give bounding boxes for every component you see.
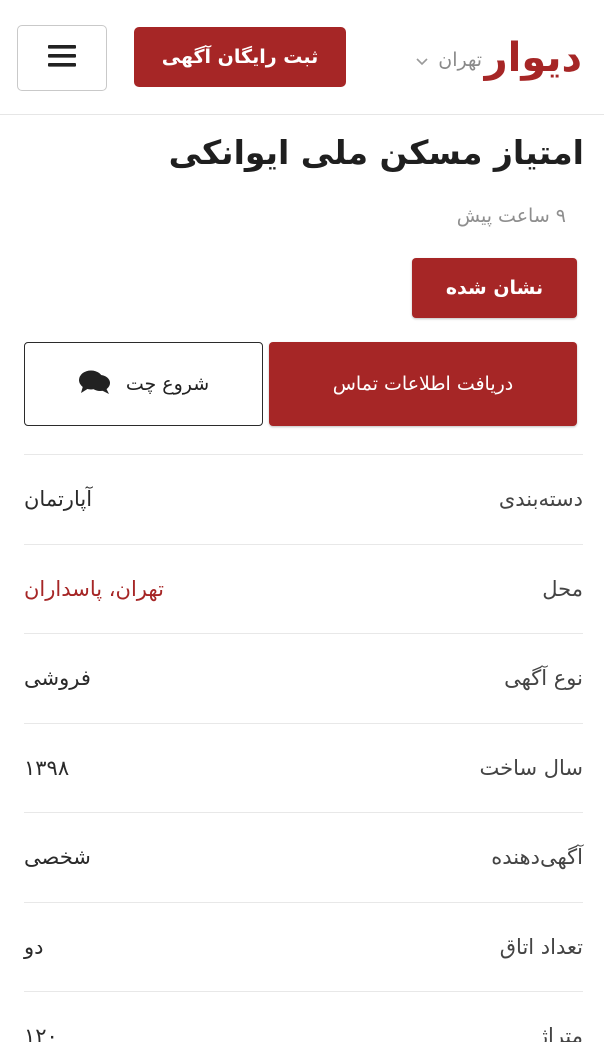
- chat-bubbles-icon: [78, 369, 112, 400]
- detail-row-category: دسته‌بندی آپارتمان: [24, 454, 583, 544]
- detail-value: آپارتمان: [24, 487, 93, 511]
- start-chat-button[interactable]: شروع چت: [24, 342, 263, 426]
- get-contact-info-button[interactable]: دریافت اطلاعات تماس: [269, 342, 577, 426]
- detail-label: نوع آگهی: [504, 666, 583, 690]
- detail-label: تعداد اتاق: [499, 934, 583, 959]
- detail-value: شخصی: [24, 845, 91, 869]
- chat-button-label: شروع چت: [125, 373, 210, 395]
- city-selector[interactable]: تهران: [414, 44, 482, 76]
- page: دیوار تهران ثبت رایگان آگهی امتیاز مسکن …: [0, 0, 604, 1042]
- chevron-down-icon: [414, 52, 430, 68]
- city-label: تهران: [438, 49, 482, 71]
- menu-button[interactable]: [17, 25, 107, 91]
- detail-label: متراژ: [537, 1024, 583, 1042]
- bookmark-button[interactable]: نشان شده: [412, 258, 577, 318]
- detail-label: آگهی‌دهنده: [491, 845, 583, 869]
- detail-row-advertiser: آگهی‌دهنده شخصی: [24, 812, 583, 902]
- ad-time: ۹ ساعت پیش: [456, 205, 566, 227]
- detail-row-build-year: سال ساخت ۱۳۹۸: [24, 722, 583, 813]
- ad-title: امتیاز مسکن ملی ایوانکی: [168, 133, 584, 172]
- detail-value: دو: [24, 934, 44, 959]
- divar-logo[interactable]: دیوار: [485, 28, 583, 88]
- detail-row-location: محل تهران، پاسداران: [24, 543, 583, 634]
- location-link[interactable]: تهران، پاسداران: [24, 545, 164, 634]
- detail-value: فروشی: [24, 666, 91, 690]
- detail-label: محل: [542, 576, 583, 601]
- detail-row-ad-type: نوع آگهی فروشی: [24, 633, 583, 723]
- hamburger-menu-icon: [47, 44, 77, 72]
- detail-row-area: متراژ ۱۲۰: [24, 991, 583, 1042]
- detail-value: ۱۳۹۸: [24, 755, 70, 780]
- detail-row-rooms: تعداد اتاق دو: [24, 901, 583, 992]
- ad-details-list: دسته‌بندی آپارتمان محل تهران، پاسداران ن…: [24, 454, 583, 1042]
- detail-label: دسته‌بندی: [498, 487, 583, 511]
- post-ad-button[interactable]: ثبت رایگان آگهی: [134, 27, 346, 87]
- top-header: دیوار تهران ثبت رایگان آگهی: [0, 0, 604, 115]
- detail-label: سال ساخت: [479, 755, 583, 780]
- detail-value: ۱۲۰: [24, 1024, 58, 1042]
